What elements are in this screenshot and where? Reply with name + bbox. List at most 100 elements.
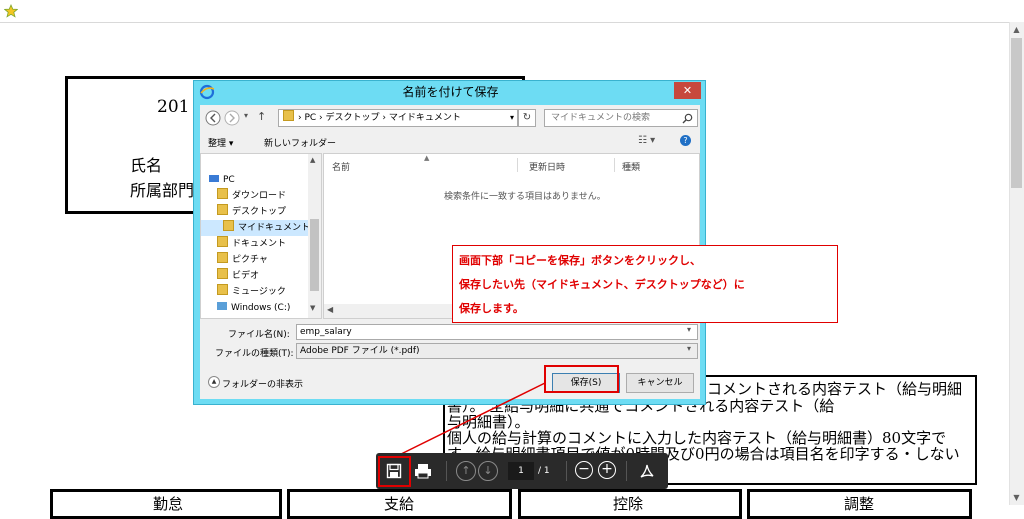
- previous-page-icon[interactable]: ↑: [456, 461, 476, 481]
- nav-item-label: ピクチャ: [232, 255, 268, 265]
- filename-input[interactable]: emp_salary: [296, 324, 698, 340]
- column-modified[interactable]: 更新日時: [529, 160, 565, 173]
- nav-item-mydocuments[interactable]: マイドキュメント: [201, 220, 311, 236]
- nav-item-windows-c[interactable]: Windows (C:): [209, 300, 309, 316]
- acrobat-icon[interactable]: [638, 462, 656, 480]
- nav-item-pc[interactable]: PC: [209, 172, 309, 188]
- forward-arrow-icon[interactable]: [224, 110, 240, 126]
- hscroll-left-icon[interactable]: ◀: [327, 305, 333, 314]
- nav-item-videos[interactable]: ビデオ: [209, 268, 309, 284]
- table-header-label: 勤怠: [153, 495, 184, 513]
- folder-icon: [217, 188, 228, 199]
- scroll-down-icon[interactable]: ▼: [1011, 492, 1022, 503]
- column-divider: [517, 158, 518, 172]
- nav-scroll-down-icon[interactable]: ▼: [310, 304, 315, 312]
- pdf-name-label: 氏名: [130, 156, 163, 175]
- drive-icon: [217, 302, 227, 310]
- folder-icon: [217, 252, 228, 263]
- page-number-input[interactable]: 1: [508, 462, 534, 480]
- folder-icon: [217, 284, 228, 295]
- view-options-icon[interactable]: ☷ ▾: [638, 135, 655, 146]
- navigation-pane[interactable]: PC ダウンロード デスクトップ マイドキュメント ドキュメント ピクチャ ビデ…: [200, 153, 322, 319]
- close-button[interactable]: ✕: [674, 82, 701, 99]
- nav-item-desktop[interactable]: デスクトップ: [209, 204, 309, 220]
- scroll-up-icon[interactable]: ▲: [1011, 24, 1022, 35]
- next-page-icon[interactable]: ↓: [478, 461, 498, 481]
- table-header-label: 控除: [613, 495, 644, 513]
- nav-item-pictures[interactable]: ピクチャ: [209, 252, 309, 268]
- pdf-header-title: 201: [157, 97, 190, 117]
- chevron-up-icon[interactable]: ▲: [208, 376, 220, 388]
- search-icon[interactable]: [682, 113, 693, 124]
- print-icon[interactable]: [414, 463, 432, 479]
- page-total: / 1: [538, 466, 550, 476]
- empty-message: 検索条件に一致する項目はありません。: [444, 192, 606, 202]
- help-icon[interactable]: ?: [680, 135, 691, 146]
- zoom-out-icon[interactable]: −: [575, 461, 593, 479]
- instruction-line: 画面下部「コピーを保存」ボタンをクリックし、: [459, 254, 701, 267]
- column-name[interactable]: 名前: [332, 160, 350, 173]
- address-chevron: ›: [379, 113, 389, 123]
- nav-item-label: ビデオ: [232, 271, 260, 281]
- up-level-icon[interactable]: ↑: [257, 110, 266, 123]
- pdf-dept-label: 所属部門: [130, 181, 195, 200]
- sort-indicator-icon: ▲: [424, 154, 430, 162]
- nav-item-label: PC: [223, 175, 235, 185]
- address-chevron: ›: [316, 113, 326, 123]
- save-copy-highlight: [378, 456, 411, 487]
- pdf-table-header-chosei: 調整: [747, 489, 972, 519]
- new-folder-button[interactable]: 新しいフォルダー: [264, 136, 336, 149]
- nav-item-label: ダウンロード: [232, 191, 287, 201]
- pdf-viewer-toolbar: ↑ ↓ 1 / 1 − +: [376, 453, 668, 489]
- filetype-dropdown-icon[interactable]: ▾: [687, 344, 691, 353]
- pdf-table-header-kojo: 控除: [518, 489, 742, 519]
- refresh-icon[interactable]: ↻: [518, 109, 536, 127]
- toolbar-divider: [446, 461, 447, 481]
- scrollbar-thumb[interactable]: [1011, 38, 1022, 188]
- nav-item-music[interactable]: ミュージック: [209, 284, 309, 300]
- cancel-button[interactable]: キャンセル: [626, 373, 694, 393]
- pdf-table-header-kintai: 勤怠: [50, 489, 282, 519]
- address-dropdown-icon[interactable]: ▾: [510, 110, 514, 126]
- instruction-line: 保存します。: [459, 302, 524, 315]
- folder-icon: [283, 110, 294, 121]
- nav-item-documents[interactable]: ドキュメント: [209, 236, 309, 252]
- nav-scroll-thumb[interactable]: [310, 219, 319, 291]
- address-bar[interactable]: › PC › デスクトップ › マイドキュメント ▾: [278, 109, 518, 127]
- nav-scroll-up-icon[interactable]: ▲: [310, 156, 315, 164]
- hide-folders-button[interactable]: フォルダーの非表示: [222, 377, 303, 390]
- filetype-label: ファイルの種類(T):: [215, 349, 294, 359]
- breadcrumb-desktop[interactable]: デスクトップ: [326, 113, 380, 123]
- save-button-highlight: [544, 365, 619, 393]
- filename-dropdown-icon[interactable]: ▾: [687, 325, 691, 334]
- instruction-line: 保存したい先（マイドキュメント、デスクトップなど）に: [459, 278, 745, 291]
- column-type[interactable]: 種類: [622, 160, 640, 173]
- toolbar-divider: [566, 461, 567, 481]
- recent-locations-icon[interactable]: ▾: [244, 111, 248, 120]
- back-arrow-icon[interactable]: [205, 110, 221, 126]
- dialog-toolbar: 整理 ▾ 新しいフォルダー ☷ ▾ ?: [200, 131, 700, 153]
- table-header-label: 調整: [844, 495, 875, 513]
- nav-item-label: ミュージック: [232, 287, 286, 297]
- browser-top-bar: [0, 0, 1024, 23]
- pc-icon: [209, 175, 219, 182]
- organize-button[interactable]: 整理 ▾: [208, 136, 233, 149]
- filetype-select[interactable]: Adobe PDF ファイル (*.pdf): [296, 343, 698, 359]
- nav-item-label: マイドキュメント: [238, 223, 311, 233]
- table-header-label: 支給: [384, 495, 415, 513]
- folder-icon: [217, 268, 228, 279]
- breadcrumb-mydocuments[interactable]: マイドキュメント: [389, 113, 461, 123]
- navigation-row: ▾ ↑ › PC › デスクトップ › マイドキュメント ▾ ↻ マイドキュメン…: [200, 105, 700, 131]
- pdf-table-header-shikyu: 支給: [287, 489, 512, 519]
- nav-item-label: デスクトップ: [232, 207, 287, 217]
- dialog-title: 名前を付けて保存: [402, 85, 499, 99]
- star-icon[interactable]: [4, 4, 18, 18]
- nav-item-label: Windows (C:): [231, 303, 291, 313]
- zoom-in-icon[interactable]: +: [598, 461, 616, 479]
- folder-icon: [217, 204, 228, 215]
- folder-icon: [223, 220, 234, 231]
- search-input[interactable]: マイドキュメントの検索: [544, 109, 698, 127]
- column-divider: [614, 158, 615, 172]
- breadcrumb-pc[interactable]: PC: [304, 113, 316, 123]
- nav-item-downloads[interactable]: ダウンロード: [209, 188, 309, 204]
